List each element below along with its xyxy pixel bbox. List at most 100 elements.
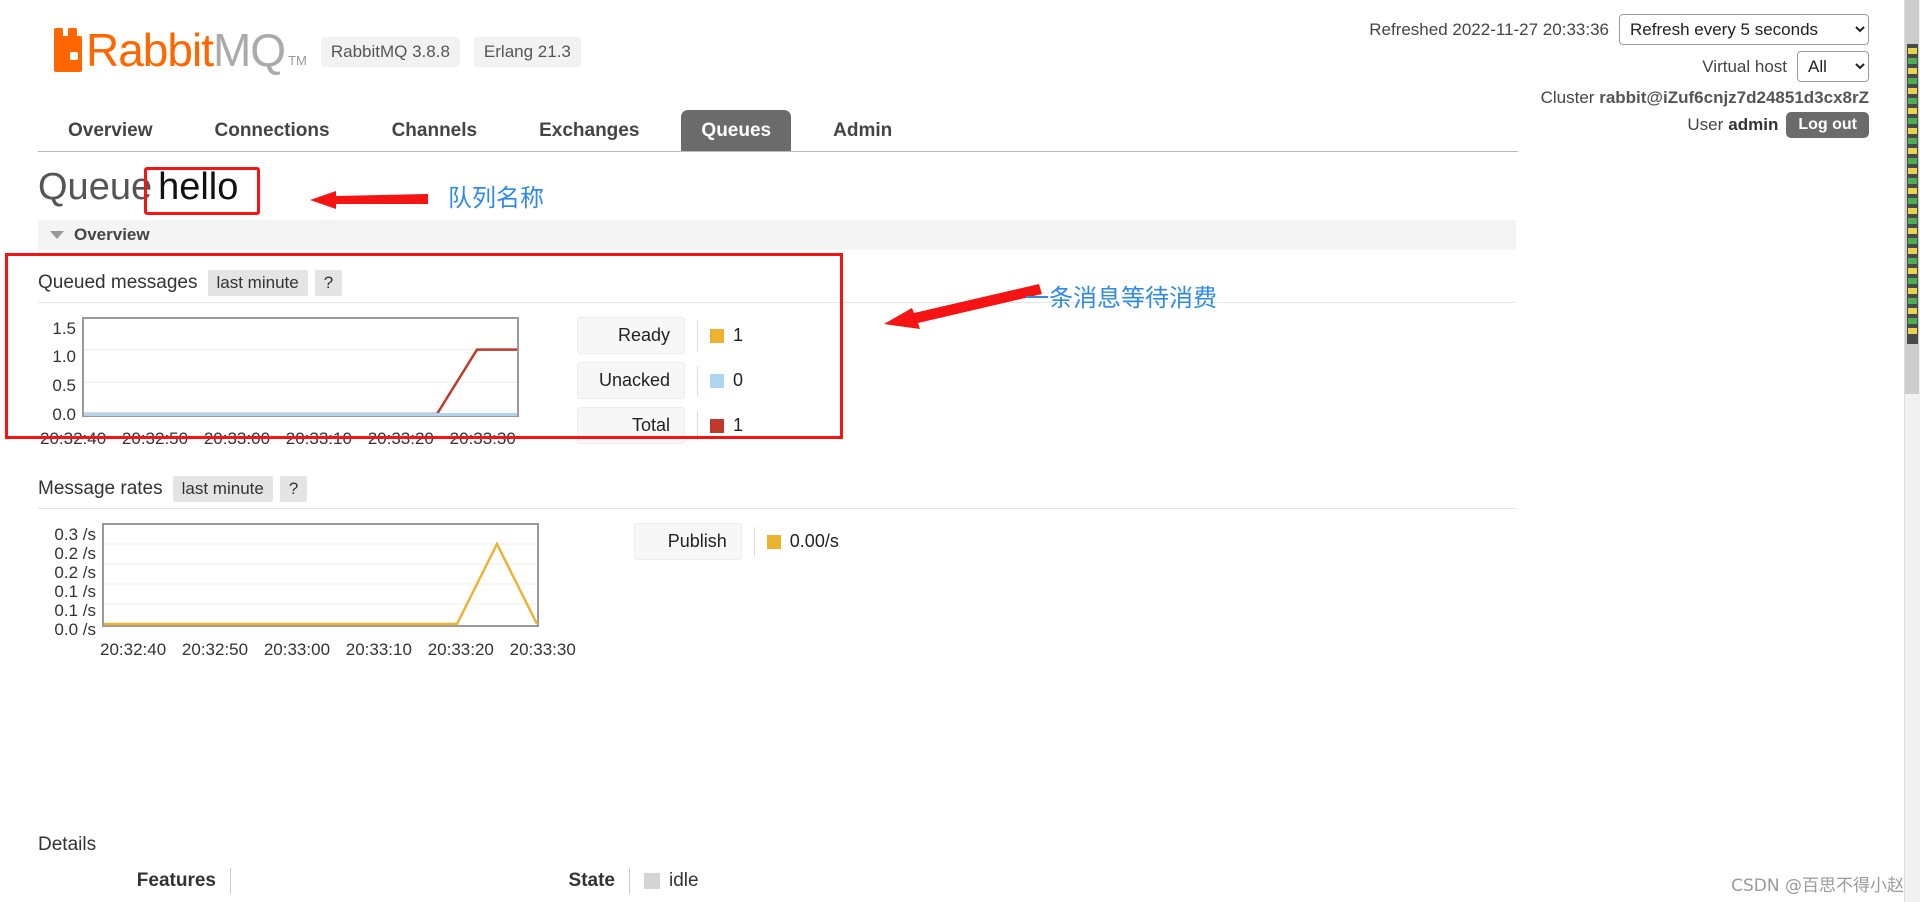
refresh-row: Refreshed 2022-11-27 20:33:36 Refresh ev… xyxy=(1369,14,1869,45)
x-tick: 20:33:00 xyxy=(263,640,331,659)
erlang-version-badge: Erlang 21.3 xyxy=(473,37,581,67)
queued-messages-svg xyxy=(82,317,519,417)
details-separator xyxy=(629,868,630,894)
message-rates-help-icon[interactable]: ? xyxy=(279,476,308,502)
queue-name: hello xyxy=(158,166,239,208)
queued-messages-help-icon[interactable]: ? xyxy=(314,270,343,296)
y-tick: 0.2 /s xyxy=(54,563,96,582)
tab-channels[interactable]: Channels xyxy=(372,110,498,152)
legend-item-total: Total 1 xyxy=(577,407,743,444)
legend-separator xyxy=(753,526,755,557)
queued-y-axis: 1.5 1.0 0.5 0.0 xyxy=(38,317,76,425)
details-label: Details xyxy=(38,834,97,855)
cluster-label: Cluster xyxy=(1540,88,1595,107)
x-tick: 20:33:30 xyxy=(449,429,516,448)
legend-value-total: 1 xyxy=(733,415,744,435)
virtual-host-label: Virtual host xyxy=(1702,56,1787,76)
main-nav: Overview Connections Channels Exchanges … xyxy=(0,108,1856,152)
legend-swatch-unacked xyxy=(710,373,724,388)
page-title: Queue hello xyxy=(38,166,238,209)
trademark-symbol: TM xyxy=(288,53,307,68)
legend-swatch-ready xyxy=(710,328,724,343)
watermark-text: CSDN @百思不得小赵 xyxy=(1731,876,1904,896)
queued-messages-title: Queued messages xyxy=(38,272,198,293)
overview-section-label: Overview xyxy=(74,225,150,244)
x-tick: 20:32:50 xyxy=(121,429,189,448)
y-tick: 0.0 /s xyxy=(54,620,96,639)
x-tick: 20:32:50 xyxy=(181,640,249,659)
message-rates-chart-row: 0.3 /s 0.2 /s 0.2 /s 0.1 /s 0.1 /s 0.0 /… xyxy=(38,523,1516,660)
queued-messages-legend: Ready 1 Unacked 0 Total 1 xyxy=(577,317,743,452)
y-tick: 0.2 /s xyxy=(54,544,96,563)
state-swatch xyxy=(644,873,660,889)
y-tick: 0.3 /s xyxy=(54,525,96,544)
details-separator xyxy=(230,868,231,894)
overview-section-header[interactable]: Overview xyxy=(38,220,1516,250)
nav-divider xyxy=(38,151,1518,152)
y-tick: 0.0 xyxy=(52,405,76,424)
chevron-down-icon[interactable] xyxy=(50,231,64,239)
tab-exchanges[interactable]: Exchanges xyxy=(519,110,659,152)
logo-text-rabbit: Rabbit xyxy=(86,24,214,76)
legend-swatch-total xyxy=(710,418,724,433)
message-rates-plot: 0.3 /s 0.2 /s 0.2 /s 0.1 /s 0.1 /s 0.0 /… xyxy=(38,523,576,660)
legend-value-unacked: 0 xyxy=(733,370,744,390)
queued-messages-header: Queued messages last minute ? xyxy=(38,270,1516,303)
message-rates-legend: Publish 0.00/s xyxy=(633,523,839,568)
y-tick: 1.5 xyxy=(52,319,76,338)
legend-value-publish: 0.00/s xyxy=(789,531,839,551)
features-label: Features xyxy=(136,870,216,891)
state-value: idle xyxy=(669,870,699,891)
tab-queues[interactable]: Queues xyxy=(681,110,792,152)
y-tick: 0.1 /s xyxy=(54,582,96,601)
details-row: Features State idle xyxy=(38,868,1516,894)
page-scrollbar[interactable] xyxy=(1904,0,1920,902)
app-root: RabbitMQ TM RabbitMQ 3.8.8 Erlang 21.3 R… xyxy=(0,0,1920,902)
virtual-host-select[interactable]: All xyxy=(1797,51,1869,82)
rabbit-logo-icon xyxy=(48,28,82,72)
legend-label-total[interactable]: Total xyxy=(577,407,685,444)
x-tick: 20:33:10 xyxy=(345,640,412,659)
state-label: State xyxy=(568,870,615,891)
rates-y-axis: 0.3 /s 0.2 /s 0.2 /s 0.1 /s 0.1 /s 0.0 /… xyxy=(38,523,96,639)
refreshed-timestamp: Refreshed 2022-11-27 20:33:36 xyxy=(1369,19,1609,39)
queued-x-axis: 20:32:40 20:32:50 20:33:00 20:33:10 20:3… xyxy=(40,429,519,449)
x-tick: 20:32:40 xyxy=(40,429,107,448)
annotation-text-message-waiting: 一条消息等待消费 xyxy=(1025,284,1217,312)
legend-label-unacked[interactable]: Unacked xyxy=(577,362,685,399)
refresh-interval-select[interactable]: Refresh every 5 seconds xyxy=(1619,14,1869,45)
legend-item-ready: Ready 1 xyxy=(577,317,743,354)
x-tick: 20:33:00 xyxy=(203,429,271,448)
cluster-name: rabbit@iZuf6cnjz7d24851d3cx8rZ xyxy=(1599,88,1869,107)
message-rates-title: Message rates xyxy=(38,478,163,499)
legend-label-publish[interactable]: Publish xyxy=(633,523,742,560)
legend-label-ready[interactable]: Ready xyxy=(577,317,685,354)
y-tick: 1.0 xyxy=(52,347,76,366)
vhost-row: Virtual host All xyxy=(1369,51,1869,82)
message-rates-header: Message rates last minute ? xyxy=(38,476,1516,509)
x-tick: 20:33:20 xyxy=(367,429,434,448)
logo-text-mq: MQ xyxy=(212,24,286,76)
tab-admin[interactable]: Admin xyxy=(813,110,912,152)
page-title-prefix: Queue xyxy=(38,166,153,208)
legend-value-ready: 1 xyxy=(733,325,744,345)
tab-overview[interactable]: Overview xyxy=(48,110,173,152)
x-tick: 20:33:20 xyxy=(427,640,494,659)
tab-connections[interactable]: Connections xyxy=(195,110,350,152)
queued-messages-range-pill[interactable]: last minute xyxy=(207,270,308,296)
x-tick: 20:33:10 xyxy=(285,429,352,448)
queued-messages-block: Queued messages last minute ? 1.5 1.0 0.… xyxy=(38,270,1516,452)
rates-x-axis: 20:32:40 20:32:50 20:33:00 20:33:10 20:3… xyxy=(100,640,576,660)
annotation-text-queue-name: 队列名称 xyxy=(448,184,544,212)
y-tick: 0.1 /s xyxy=(54,601,96,620)
logo-wordmark: RabbitMQ xyxy=(86,27,286,73)
nav-tabs: Overview Connections Channels Exchanges … xyxy=(0,108,1856,152)
message-rates-range-pill[interactable]: last minute xyxy=(172,476,273,502)
legend-item-unacked: Unacked 0 xyxy=(577,362,743,399)
scrollbar-color-markers xyxy=(1907,44,1918,344)
y-tick: 0.5 xyxy=(52,376,76,395)
annotation-arrow-message-waiting xyxy=(884,284,1042,329)
rabbitmq-logo[interactable]: RabbitMQ TM RabbitMQ 3.8.8 Erlang 21.3 xyxy=(48,27,581,73)
queued-messages-plot: 1.5 1.0 0.5 0.0 20:32:40 20:32:50 20:33:… xyxy=(38,317,519,449)
legend-swatch-publish xyxy=(766,534,781,549)
